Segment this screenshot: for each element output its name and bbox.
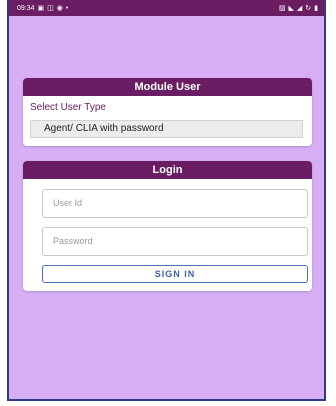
login-header: Login <box>23 161 312 179</box>
message-icon: ◫ <box>47 4 54 12</box>
password-input[interactable]: Password <box>42 227 308 256</box>
battery-icon: ▮ <box>314 4 318 12</box>
module-user-header: Module User <box>23 78 312 96</box>
select-user-type-label: Select User Type <box>30 102 106 113</box>
sync-icon: ↻ <box>305 4 312 12</box>
module-user-card: Module User Select User Type Agent/ CLIA… <box>23 78 312 146</box>
dot-icon: • <box>65 4 69 12</box>
user-type-select[interactable]: Agent/ CLIA with password <box>30 120 303 138</box>
alarm-icon: ▨ <box>278 4 286 12</box>
status-time: 09:34 <box>17 4 35 12</box>
status-bar: 09:34 ▣ ◫ ◉ • ▨ ◣ ◢ ↻ ▮ <box>9 0 324 16</box>
sim-icon: ▣ <box>37 4 45 12</box>
login-card: Login User Id Password SIGN IN <box>23 161 312 291</box>
record-icon: ◉ <box>56 4 63 12</box>
signal-icon: ◣ <box>288 4 294 12</box>
sign-in-button[interactable]: SIGN IN <box>42 265 308 283</box>
app-frame: 09:34 ▣ ◫ ◉ • ▨ ◣ ◢ ↻ ▮ Module User Sele… <box>7 0 326 401</box>
status-right: ▨ ◣ ◢ ↻ ▮ <box>279 5 318 12</box>
status-left: 09:34 ▣ ◫ ◉ • <box>17 5 68 12</box>
wifi-icon: ◢ <box>296 4 303 12</box>
userid-input[interactable]: User Id <box>42 189 308 218</box>
